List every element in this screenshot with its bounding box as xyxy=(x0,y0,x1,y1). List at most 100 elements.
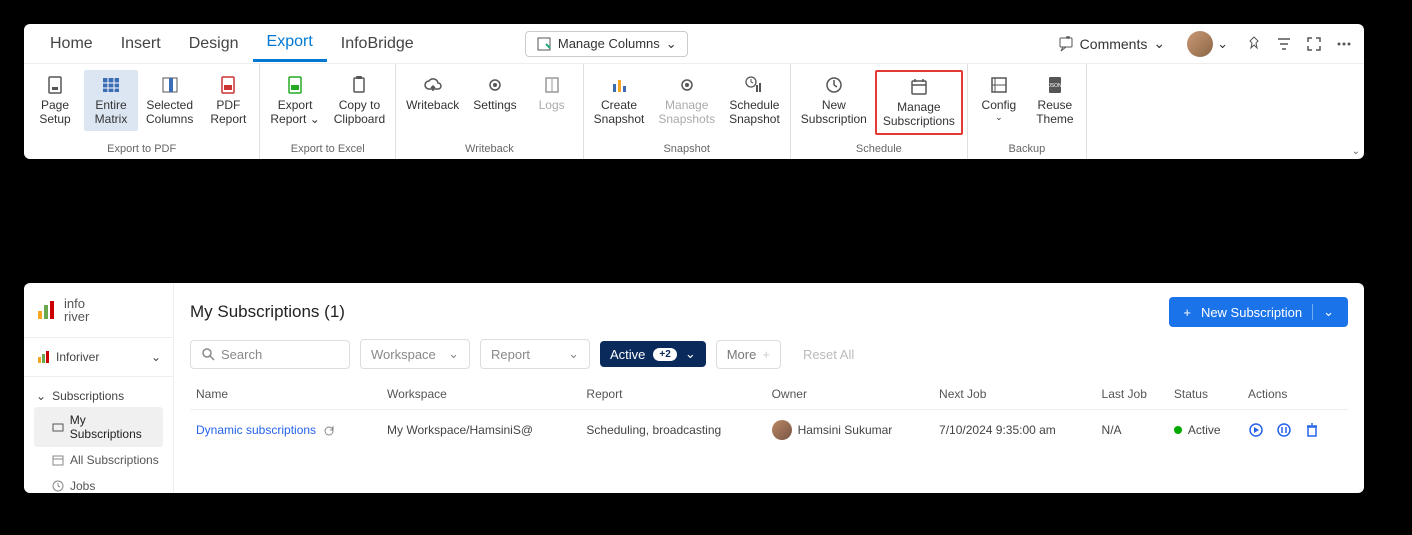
gear2-icon xyxy=(676,74,698,96)
ribbon-reuse-button[interactable]: ReuseTheme xyxy=(1028,70,1082,131)
ribbon-config-button[interactable]: Config⌄ xyxy=(972,70,1026,127)
ribbon-export-button[interactable]: ExportReport ⌄ xyxy=(264,70,325,131)
column-header: Last Job xyxy=(1096,379,1168,410)
table-row: Dynamic subscriptions My Workspace/Hamsi… xyxy=(190,410,1348,451)
tab-export[interactable]: Export xyxy=(253,25,327,62)
reset-all-link[interactable]: Reset All xyxy=(803,347,854,362)
ribbon-group: CreateSnapshotManageSnapshotsScheduleSna… xyxy=(584,64,791,159)
ribbon-writeback-button[interactable]: Writeback xyxy=(400,70,465,116)
xls-icon xyxy=(284,74,306,96)
fullscreen-icon[interactable] xyxy=(1306,36,1322,52)
pin-icon[interactable] xyxy=(1246,36,1262,52)
subscriptions-table: NameWorkspaceReportOwnerNext JobLast Job… xyxy=(190,379,1348,450)
comment-icon xyxy=(1058,36,1074,52)
more-icon[interactable] xyxy=(1336,36,1352,52)
tab-home[interactable]: Home xyxy=(36,27,107,61)
ribbon-page-button[interactable]: PageSetup xyxy=(28,70,82,131)
workspace-cell: My Workspace/HamsiniS@ xyxy=(381,410,580,451)
ribbon-panel: Home Insert Design Export InfoBridge Man… xyxy=(24,24,1364,159)
sidebar-item-all-subscriptions[interactable]: All Subscriptions xyxy=(34,447,163,473)
search-icon xyxy=(201,347,215,361)
comments-button[interactable]: Comments ⌄ xyxy=(1048,31,1175,56)
ribbon-group: WritebackSettingsLogsWriteback xyxy=(396,64,584,159)
filter-icon[interactable] xyxy=(1276,36,1292,52)
json-icon xyxy=(1044,74,1066,96)
play-icon[interactable] xyxy=(1248,422,1264,438)
chevron-down-icon: ⌄ xyxy=(1153,35,1165,52)
ribbon-create-button[interactable]: CreateSnapshot xyxy=(588,70,651,131)
pause-icon[interactable] xyxy=(1276,422,1292,438)
refresh-icon[interactable] xyxy=(323,425,335,437)
book-icon xyxy=(541,74,563,96)
ribbon-group-label: Writeback xyxy=(465,141,514,159)
cols-icon xyxy=(159,74,181,96)
avatar-icon xyxy=(772,420,792,440)
column-header: Actions xyxy=(1242,379,1348,410)
report-filter[interactable]: Report⌄ xyxy=(480,339,590,369)
next-job-cell[interactable]: 7/10/2024 9:35:00 am xyxy=(933,410,1095,451)
ribbon-group: PageSetupEntireMatrixSelectedColumnsPDFR… xyxy=(24,64,260,159)
chevron-down-icon: ⌄ xyxy=(1312,304,1334,320)
cloud-icon xyxy=(422,74,444,96)
config-icon xyxy=(988,74,1010,96)
tab-insert[interactable]: Insert xyxy=(107,27,175,61)
manage-columns-label: Manage Columns xyxy=(558,36,660,51)
ribbon-schedule-button[interactable]: ScheduleSnapshot xyxy=(723,70,786,131)
ribbon-group-label: Export to Excel xyxy=(291,141,365,159)
ribbon-group-label: Snapshot xyxy=(663,141,709,159)
delete-icon[interactable] xyxy=(1304,422,1320,438)
avatar-icon xyxy=(1187,31,1213,57)
report-cell: Scheduling, broadcasting xyxy=(580,410,765,451)
user-avatar-button[interactable]: ⌄ xyxy=(1187,31,1228,57)
clip-icon xyxy=(348,74,370,96)
clockplus-icon xyxy=(823,74,845,96)
workspace-filter[interactable]: Workspace⌄ xyxy=(360,339,470,369)
manage-columns-button[interactable]: Manage Columns ⌄ xyxy=(525,31,688,57)
sidebar-item-jobs[interactable]: Jobs xyxy=(34,473,163,499)
pdf-icon xyxy=(217,74,239,96)
last-job-cell: N/A xyxy=(1096,410,1168,451)
tab-design[interactable]: Design xyxy=(175,27,253,61)
chevron-down-icon: ⌄ xyxy=(685,346,696,362)
chevron-down-icon: ⌄ xyxy=(1217,36,1228,52)
status-cell: Active xyxy=(1168,410,1242,451)
column-header: Report xyxy=(580,379,765,410)
ribbon-group-label: Export to PDF xyxy=(107,141,176,159)
ribbon-pdf-button[interactable]: PDFReport xyxy=(201,70,255,131)
grid-icon xyxy=(100,74,122,96)
ribbon-settings-button[interactable]: Settings xyxy=(467,70,522,116)
tab-infobridge[interactable]: InfoBridge xyxy=(327,27,428,61)
ribbon-entire-button[interactable]: EntireMatrix xyxy=(84,70,138,131)
column-header: Workspace xyxy=(381,379,580,410)
workspace-selector[interactable]: Inforiver ⌄ xyxy=(34,346,163,368)
status-filter[interactable]: Active +2 ⌄ xyxy=(600,341,706,367)
new-subscription-button[interactable]: + New Subscription ⌄ xyxy=(1169,297,1348,327)
plus-icon: + xyxy=(1183,305,1191,320)
subscriptions-section-header[interactable]: ⌄Subscriptions xyxy=(34,385,163,407)
plus-icon: + xyxy=(762,347,770,362)
ribbon-manage-button: ManageSnapshots xyxy=(652,70,721,131)
chevron-down-icon: ⌄ xyxy=(36,389,46,403)
chevron-down-icon: ⌄ xyxy=(568,346,579,362)
subscription-name-link[interactable]: Dynamic subscriptions xyxy=(196,423,316,437)
inforiver-logo: inforiver xyxy=(24,297,173,337)
subscriptions-panel: inforiver Inforiver ⌄ ⌄Subscriptions My … xyxy=(24,283,1364,493)
ribbon-selected-button[interactable]: SelectedColumns xyxy=(140,70,199,131)
subscriptions-sidebar: inforiver Inforiver ⌄ ⌄Subscriptions My … xyxy=(24,283,174,493)
ribbon-group: ExportReport ⌄Copy toClipboard Export to … xyxy=(260,64,396,159)
clock-icon xyxy=(52,480,64,492)
ribbon-new-button[interactable]: NewSubscription xyxy=(795,70,873,131)
sidebar-item-my-subscriptions[interactable]: My Subscriptions xyxy=(34,407,163,447)
calendar-icon xyxy=(52,454,64,466)
column-header: Owner xyxy=(766,379,933,410)
column-header: Next Job xyxy=(933,379,1095,410)
search-input[interactable]: Search xyxy=(190,340,350,369)
ribbon-expand-icon[interactable]: ⌄ xyxy=(1352,146,1360,157)
ribbon-group: NewSubscriptionManageSubscriptionsSchedu… xyxy=(791,64,968,159)
more-filters-button[interactable]: More + xyxy=(716,340,781,369)
column-header: Status xyxy=(1168,379,1242,410)
ribbon-copy-to-button[interactable]: Copy toClipboard xyxy=(328,70,391,131)
ribbon-manage-button[interactable]: ManageSubscriptions xyxy=(875,70,963,135)
bars-icon xyxy=(608,74,630,96)
inbox-icon xyxy=(52,421,64,433)
